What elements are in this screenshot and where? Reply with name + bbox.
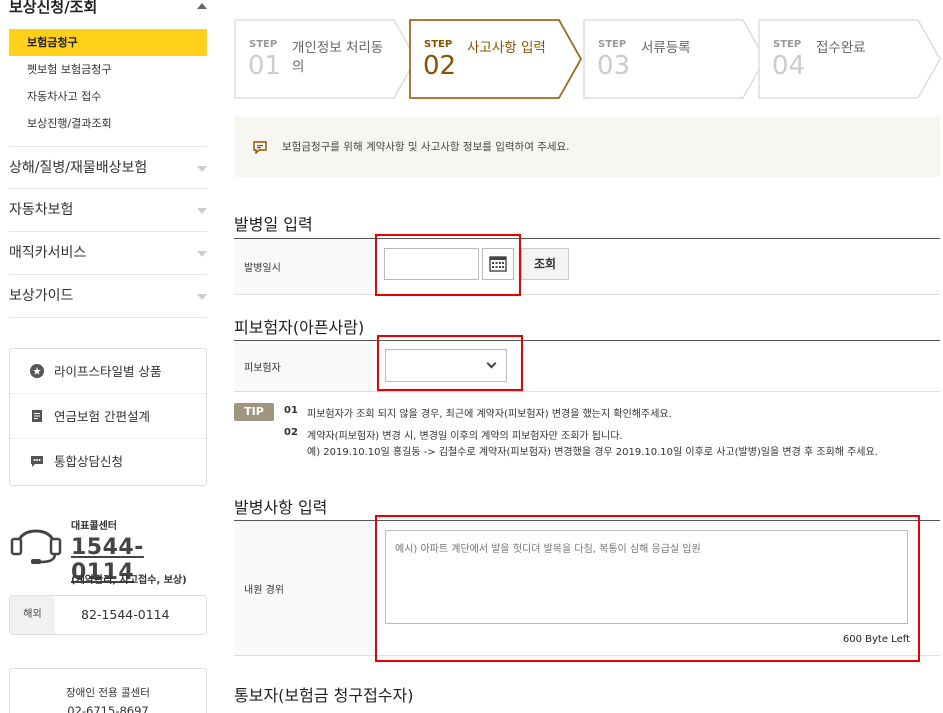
- menu-label: 자동차보험: [9, 202, 74, 218]
- step-name: 접수완료: [816, 40, 866, 56]
- quick-link-pension[interactable]: 연금보험 간편설계: [10, 394, 206, 439]
- onset-row-label: 발병일시: [234, 239, 372, 294]
- menu-label: 상해/질병/재물배상보험: [9, 160, 148, 176]
- quick-link-consult[interactable]: 통합상담신청: [10, 439, 206, 484]
- sidebar-item-guide[interactable]: 보상가이드: [9, 275, 207, 318]
- quick-link-lifestyle[interactable]: 라이프스타일별 상품: [10, 349, 206, 394]
- menu-label: 매직카서비스: [9, 245, 87, 261]
- step-label: STEP: [773, 39, 802, 50]
- disabled-call-center: 장애인 전용 콜센터 02-6715-8697: [9, 668, 207, 713]
- step-number: 02: [423, 51, 457, 81]
- detail-section-title: 발병사항 입력: [234, 498, 328, 517]
- call-center: 대표콜센터 1544-0114 (계약관리, 사고접수, 보상): [9, 515, 207, 590]
- sidebar-item-magic-car[interactable]: 매직카서비스: [9, 232, 207, 275]
- chevron-down-icon: [197, 208, 207, 214]
- step-label: STEP: [598, 39, 627, 50]
- chat-icon: [31, 456, 43, 467]
- highlight-box: [375, 234, 521, 296]
- tip-text: 예) 2019.10.10일 홍길동 -> 김철수로 계약자(피보험자) 변경했…: [307, 447, 878, 458]
- sidebar: 보상신청/조회 보험금청구 펫보험 보험금청구 자동차사고 접수 보상진행/결과…: [0, 0, 215, 713]
- step-number: 01: [248, 51, 282, 81]
- overseas-call: 해외 82-1544-0114: [9, 595, 207, 635]
- info-text: 보험금청구를 위해 계약사항 및 사고사항 정보를 입력하여 주세요.: [282, 141, 570, 153]
- tip-number: 01: [284, 405, 298, 416]
- onset-section-title: 발병일 입력: [234, 215, 313, 234]
- insured-section-title: 피보험자(아픈사람): [234, 318, 365, 337]
- chevron-down-icon: [197, 166, 207, 172]
- sidebar-item-car-accident[interactable]: 자동차사고 접수: [9, 83, 207, 110]
- tip-text: 계약자(피보험자) 변경 시, 변경일 이후의 계약의 피보험자만 조회가 됩니…: [307, 431, 623, 442]
- chevron-up-icon: [197, 3, 207, 9]
- sidebar-header-label: 보상신청/조회: [9, 0, 98, 16]
- chevron-down-icon: [197, 294, 207, 300]
- step-03: STEP 03 서류등록: [583, 19, 766, 99]
- quick-links: 라이프스타일별 상품 연금보험 간편설계 통합상담신청: [9, 348, 207, 486]
- info-bar: 보험금청구를 위해 계약사항 및 사고사항 정보를 입력하여 주세요.: [234, 117, 940, 177]
- overseas-number[interactable]: 82-1544-0114: [81, 596, 170, 634]
- chevron-down-icon: [197, 251, 207, 257]
- insured-row-label: 피보험자: [234, 341, 372, 391]
- step-01: STEP 01 개인정보 처리동의: [234, 19, 417, 99]
- sidebar-item-claim[interactable]: 보험금청구: [9, 29, 207, 56]
- menu-label: 보상가이드: [9, 288, 74, 304]
- sidebar-header[interactable]: 보상신청/조회: [9, 0, 207, 20]
- tip-badge: TIP: [234, 403, 274, 421]
- step-label: STEP: [249, 39, 278, 50]
- quick-link-label: 라이프스타일별 상품: [54, 364, 162, 379]
- reporter-section-title: 통보자(보험금 청구접수자): [234, 686, 414, 705]
- step-02: STEP 02 사고사항 입력: [409, 19, 592, 99]
- star-icon: [30, 364, 44, 378]
- insured-row: 피보험자: [234, 340, 940, 392]
- sidebar-item-pet-claim[interactable]: 펫보험 보험금청구: [9, 56, 207, 83]
- step-name: 개인정보 처리동의: [292, 40, 384, 75]
- document-icon: [32, 410, 42, 422]
- step-label: STEP: [424, 39, 453, 50]
- highlight-box: [377, 335, 523, 391]
- sidebar-item-claim-status[interactable]: 보상진행/결과조회: [9, 110, 207, 137]
- step-04: STEP 04 접수완료: [758, 19, 941, 99]
- step-number: 04: [772, 51, 806, 81]
- tip-text: 피보험자가 조회 되지 않을 경우, 최근에 계약자(피보험자) 변경을 했는지…: [307, 409, 672, 420]
- sidebar-item-car-insurance[interactable]: 자동차보험: [9, 189, 207, 232]
- sidebar-main-menu: 상해/질병/재물배상보험 자동차보험 매직카서비스 보상가이드: [9, 146, 207, 318]
- sidebar-item-injury[interactable]: 상해/질병/재물배상보험: [9, 146, 207, 189]
- message-icon: [253, 141, 267, 154]
- headset-icon: [10, 529, 62, 564]
- overseas-label: 해외: [10, 596, 55, 634]
- call-center-sub: (계약관리, 사고접수, 보상): [71, 575, 187, 586]
- step-number: 03: [597, 51, 631, 81]
- quick-link-label: 연금보험 간편설계: [54, 409, 150, 424]
- sidebar-submenu: 보험금청구 펫보험 보험금청구 자동차사고 접수 보상진행/결과조회: [9, 29, 207, 137]
- step-name: 서류등록: [641, 40, 691, 56]
- onset-search-button[interactable]: 조회: [521, 248, 569, 280]
- detail-row-label: 내원 경위: [234, 521, 372, 655]
- disabled-center-label: 장애인 전용 콜센터: [66, 687, 150, 699]
- tip-number: 02: [284, 427, 298, 438]
- disabled-center-number[interactable]: 02-6715-8697: [10, 704, 206, 713]
- highlight-box: [375, 515, 920, 662]
- quick-link-label: 통합상담신청: [54, 454, 124, 469]
- onset-row: 발병일시: [234, 238, 940, 295]
- step-name: 사고사항 입력: [467, 40, 546, 56]
- call-center-label: 대표콜센터: [71, 521, 117, 532]
